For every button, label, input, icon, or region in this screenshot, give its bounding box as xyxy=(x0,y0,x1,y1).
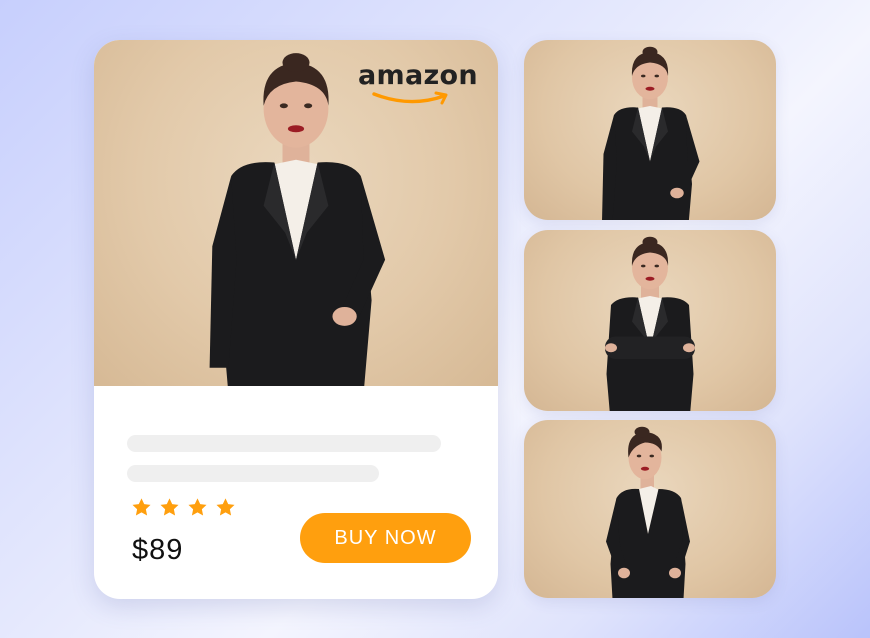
buy-now-button[interactable]: BUY NOW xyxy=(300,513,471,563)
amazon-smile-icon xyxy=(372,91,448,105)
star-icon xyxy=(216,498,235,516)
product-card: amazon $89 BUY NOW xyxy=(94,40,498,599)
title-placeholder xyxy=(127,435,441,452)
thumbnail-3[interactable] xyxy=(524,420,776,598)
thumbnail-1[interactable] xyxy=(524,40,776,220)
rating-stars xyxy=(131,497,236,518)
product-hero-image[interactable]: amazon xyxy=(94,40,498,386)
model-photo xyxy=(606,426,690,598)
product-price: $89 xyxy=(132,534,184,566)
thumbnail-2[interactable] xyxy=(524,230,776,411)
model-photo xyxy=(602,46,700,220)
star-icon xyxy=(132,498,151,516)
star-icon xyxy=(160,498,179,516)
star-icon xyxy=(188,498,207,516)
amazon-logo: amazon xyxy=(358,60,478,105)
model-photo xyxy=(605,236,695,411)
subtitle-placeholder xyxy=(127,465,379,482)
